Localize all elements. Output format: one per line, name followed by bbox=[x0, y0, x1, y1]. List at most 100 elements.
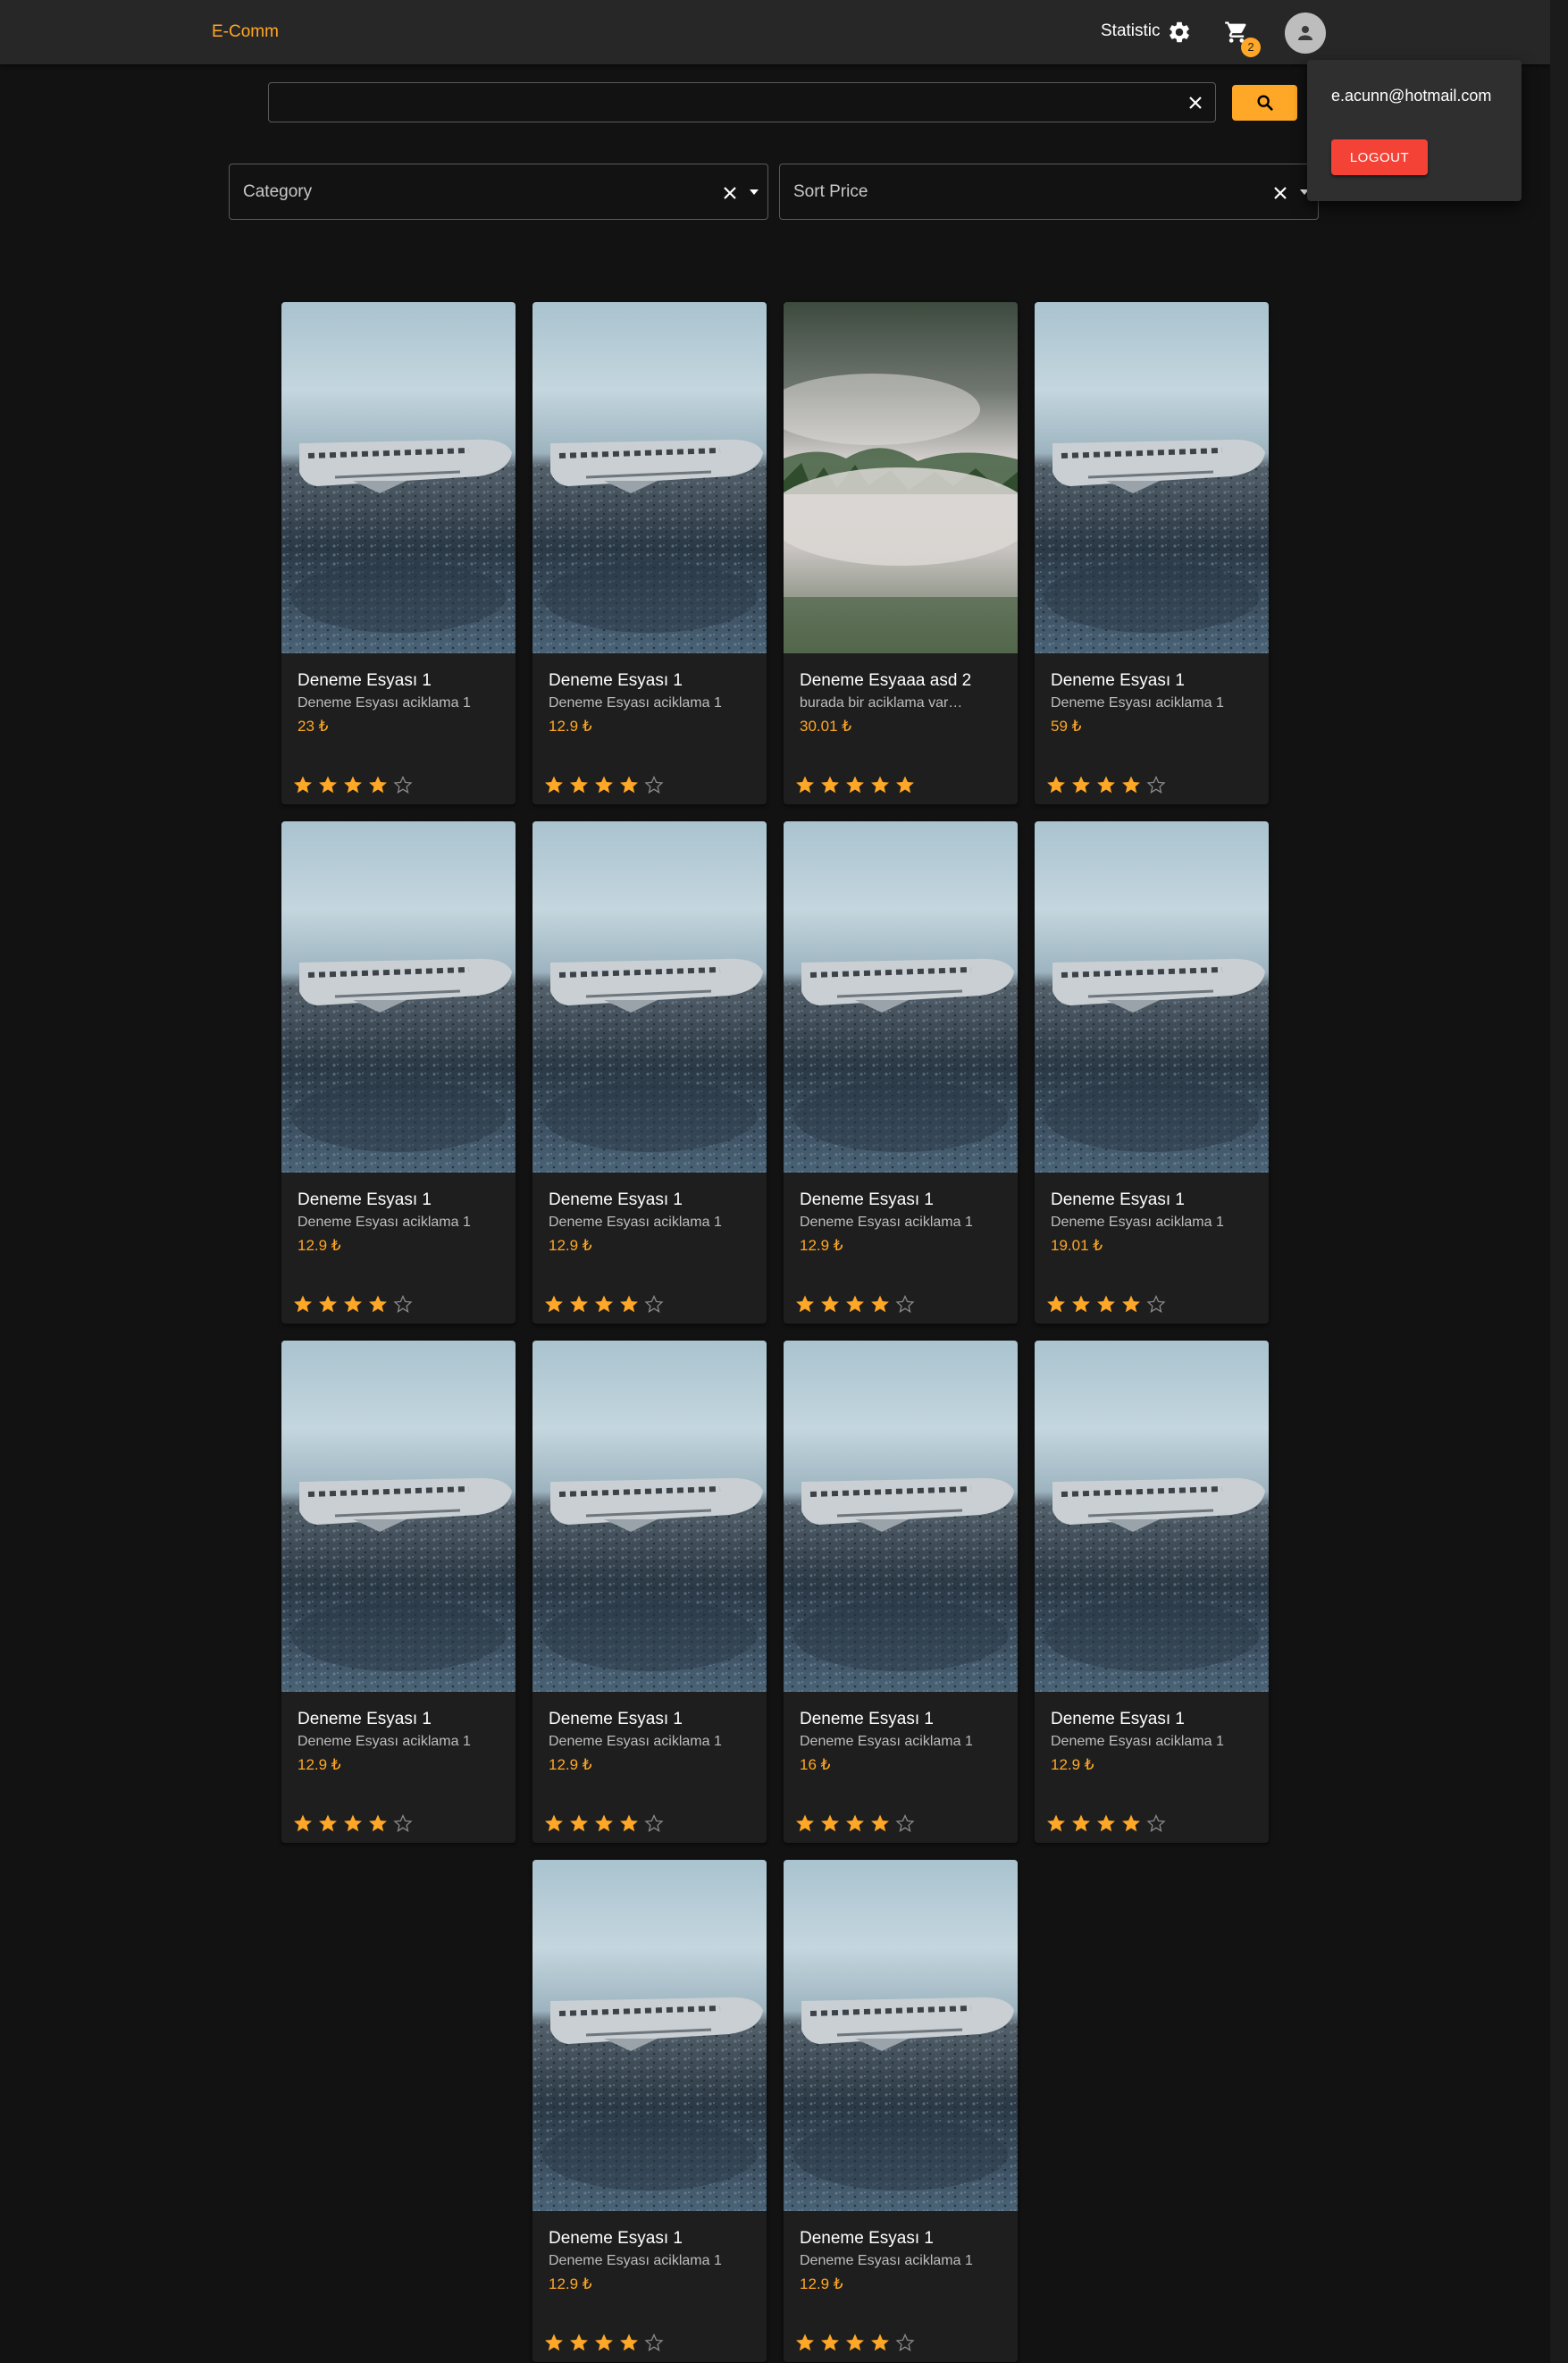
search-field[interactable] bbox=[268, 82, 1216, 122]
star-filled-icon bbox=[319, 776, 337, 794]
product-title: Deneme Esyası 1 bbox=[298, 1190, 432, 1209]
product-description: burada bir aciklama var… bbox=[800, 695, 963, 711]
product-image[interactable] bbox=[1035, 1341, 1269, 1692]
star-empty-icon bbox=[895, 1813, 915, 1832]
page-scrollbar[interactable] bbox=[1550, 0, 1568, 2363]
brand-link[interactable]: E-Comm bbox=[212, 22, 279, 42]
product-card[interactable]: Deneme Esyası 1 Deneme Esyası aciklama 1 1… bbox=[281, 821, 516, 1324]
product-rating[interactable] bbox=[541, 2332, 667, 2353]
sort-price-select[interactable]: Sort Price bbox=[779, 164, 1319, 220]
product-card[interactable]: Deneme Esyası 1 Deneme Esyası aciklama 1 1… bbox=[532, 821, 767, 1324]
product-description: Deneme Esyası aciklama 1 bbox=[800, 1734, 973, 1749]
star-filled-icon bbox=[796, 1814, 814, 1832]
account-button[interactable] bbox=[1285, 13, 1326, 54]
product-card[interactable]: Deneme Esyası 1 Deneme Esyası aciklama 1 1… bbox=[532, 1860, 767, 2362]
close-icon[interactable] bbox=[1270, 182, 1291, 204]
star-filled-icon bbox=[1097, 776, 1115, 794]
product-card[interactable]: Deneme Esyaaa asd 2 burada bir aciklama v… bbox=[784, 302, 1018, 804]
product-card[interactable]: Deneme Esyası 1 Deneme Esyası aciklama 1 1… bbox=[532, 1341, 767, 1843]
star-filled-icon bbox=[319, 1814, 337, 1832]
product-image[interactable] bbox=[1035, 821, 1269, 1173]
star-filled-icon bbox=[369, 1814, 387, 1832]
product-image[interactable] bbox=[784, 302, 1018, 653]
star-filled-icon bbox=[846, 2334, 864, 2351]
product-rating[interactable] bbox=[541, 774, 667, 795]
product-card[interactable]: Deneme Esyası 1 Deneme Esyası aciklama 1 1… bbox=[1035, 821, 1269, 1324]
product-rating[interactable] bbox=[290, 774, 415, 795]
search-button[interactable] bbox=[1232, 85, 1297, 121]
product-image[interactable] bbox=[532, 1860, 767, 2211]
product-description: Deneme Esyası aciklama 1 bbox=[549, 1734, 722, 1749]
star-filled-icon bbox=[1072, 1814, 1090, 1832]
account-icon bbox=[1298, 26, 1312, 40]
sort-price-select-label: Sort Price bbox=[793, 182, 868, 201]
product-rating[interactable] bbox=[792, 1812, 918, 1834]
category-select[interactable]: Category bbox=[229, 164, 768, 220]
product-description: Deneme Esyası aciklama 1 bbox=[1051, 1215, 1224, 1230]
star-empty-icon bbox=[644, 775, 664, 794]
star-empty-icon bbox=[644, 2333, 664, 2351]
star-filled-icon bbox=[319, 1295, 337, 1313]
product-title: Deneme Esyası 1 bbox=[298, 1710, 432, 1728]
product-image[interactable] bbox=[1035, 302, 1269, 653]
star-empty-icon bbox=[1146, 1294, 1166, 1313]
star-filled-icon bbox=[846, 1814, 864, 1832]
product-rating[interactable] bbox=[792, 2332, 918, 2353]
star-filled-icon bbox=[369, 776, 387, 794]
close-icon[interactable] bbox=[719, 182, 741, 204]
gear-icon[interactable] bbox=[1167, 20, 1192, 45]
product-price: 12.9 ₺ bbox=[800, 2275, 843, 2292]
star-filled-icon bbox=[344, 1295, 362, 1313]
product-image[interactable] bbox=[784, 1860, 1018, 2211]
product-rating[interactable] bbox=[541, 1812, 667, 1834]
product-rating[interactable] bbox=[290, 1812, 415, 1834]
star-filled-icon bbox=[1072, 776, 1090, 794]
product-image[interactable] bbox=[281, 1341, 516, 1692]
product-rating[interactable] bbox=[290, 1293, 415, 1315]
product-image[interactable] bbox=[281, 302, 516, 653]
product-image[interactable] bbox=[784, 821, 1018, 1173]
user-email: e.acunn@hotmail.com bbox=[1331, 87, 1492, 105]
star-empty-icon bbox=[393, 1813, 413, 1832]
product-description: Deneme Esyası aciklama 1 bbox=[298, 1215, 471, 1230]
product-card[interactable]: Deneme Esyası 1 Deneme Esyası aciklama 1 5… bbox=[1035, 302, 1269, 804]
product-image[interactable] bbox=[532, 1341, 767, 1692]
chevron-down-icon[interactable] bbox=[750, 189, 759, 195]
product-card[interactable]: Deneme Esyası 1 Deneme Esyası aciklama 1 1… bbox=[1035, 1341, 1269, 1843]
product-rating[interactable] bbox=[792, 1293, 918, 1315]
star-filled-icon bbox=[344, 776, 362, 794]
star-filled-icon bbox=[545, 2334, 563, 2351]
statistic-link[interactable]: Statistic bbox=[1101, 21, 1161, 41]
product-rating[interactable] bbox=[1044, 1812, 1169, 1834]
star-filled-icon bbox=[369, 1295, 387, 1313]
product-rating[interactable] bbox=[541, 1293, 667, 1315]
star-filled-icon bbox=[821, 776, 839, 794]
product-rating[interactable] bbox=[1044, 774, 1169, 795]
star-filled-icon bbox=[294, 1814, 312, 1832]
product-image[interactable] bbox=[532, 821, 767, 1173]
product-card[interactable]: Deneme Esyası 1 Deneme Esyası aciklama 1 1… bbox=[784, 821, 1018, 1324]
star-empty-icon bbox=[644, 1813, 664, 1832]
star-filled-icon bbox=[595, 1814, 613, 1832]
product-card[interactable]: Deneme Esyası 1 Deneme Esyası aciklama 1 1… bbox=[784, 1860, 1018, 2362]
product-rating[interactable] bbox=[792, 774, 918, 795]
close-icon[interactable] bbox=[1185, 92, 1206, 114]
product-image[interactable] bbox=[532, 302, 767, 653]
product-description: Deneme Esyası aciklama 1 bbox=[298, 695, 471, 711]
logout-button[interactable]: LOGOUT bbox=[1331, 139, 1428, 175]
product-price: 12.9 ₺ bbox=[800, 1237, 843, 1254]
product-card[interactable]: Deneme Esyası 1 Deneme Esyası aciklama 1 1… bbox=[784, 1341, 1018, 1843]
product-description: Deneme Esyası aciklama 1 bbox=[800, 1215, 973, 1230]
star-filled-icon bbox=[896, 776, 914, 794]
product-card[interactable]: Deneme Esyası 1 Deneme Esyası aciklama 1 2… bbox=[281, 302, 516, 804]
product-title: Deneme Esyası 1 bbox=[549, 2229, 683, 2248]
product-card[interactable]: Deneme Esyası 1 Deneme Esyası aciklama 1 1… bbox=[532, 302, 767, 804]
search-input[interactable] bbox=[280, 90, 1168, 115]
product-price: 23 ₺ bbox=[298, 718, 329, 735]
product-card[interactable]: Deneme Esyası 1 Deneme Esyası aciklama 1 1… bbox=[281, 1341, 516, 1843]
category-select-label: Category bbox=[243, 182, 313, 201]
product-image[interactable] bbox=[281, 821, 516, 1173]
product-rating[interactable] bbox=[1044, 1293, 1169, 1315]
product-image[interactable] bbox=[784, 1341, 1018, 1692]
product-description: Deneme Esyası aciklama 1 bbox=[549, 1215, 722, 1230]
